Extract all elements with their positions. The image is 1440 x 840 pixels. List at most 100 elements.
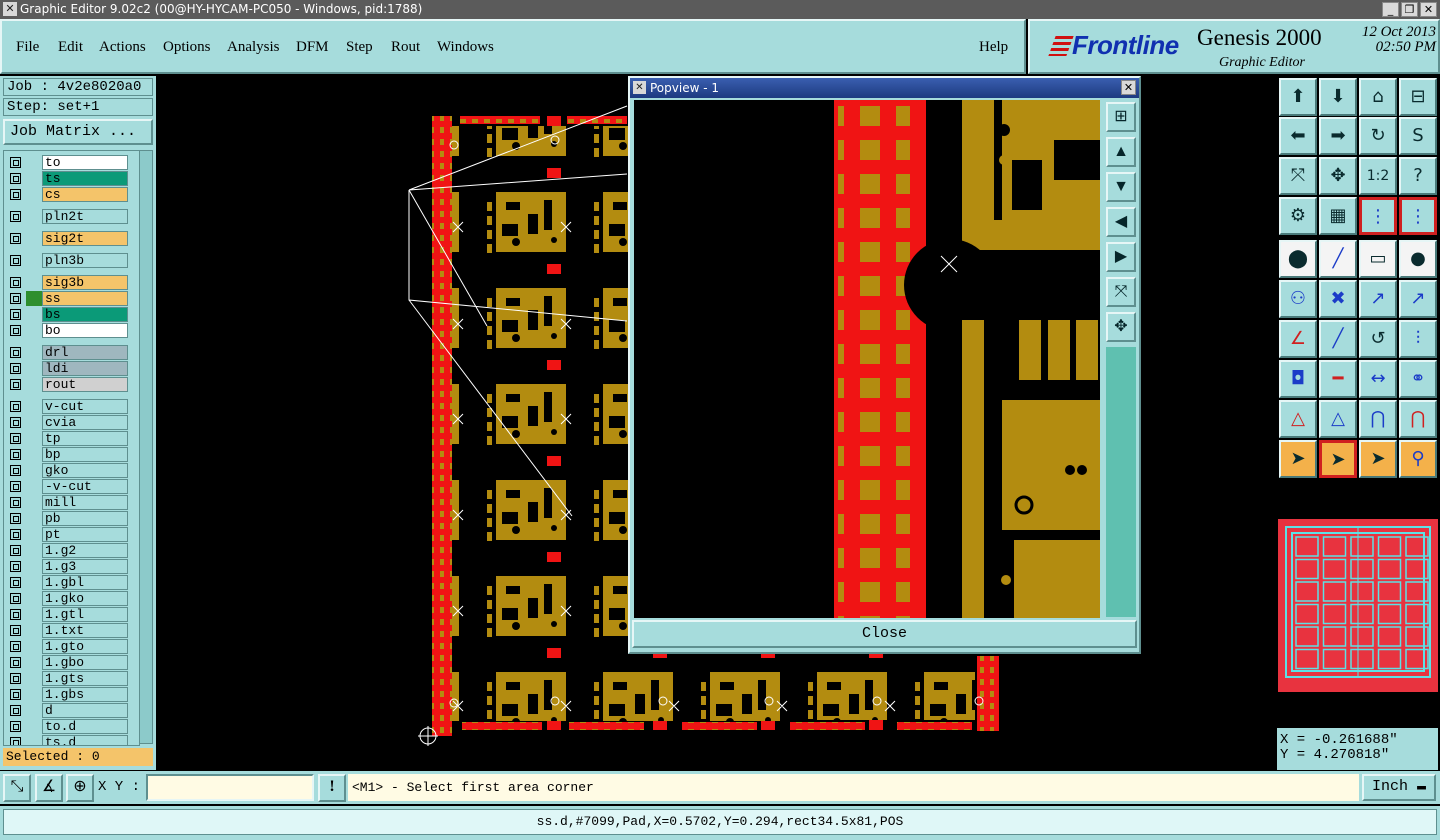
popview-title-bar[interactable]: ✕ Popview - 1 ✕: [630, 78, 1139, 98]
layer-name[interactable]: 1.gko: [42, 591, 128, 606]
layer-checkbox[interactable]: [10, 641, 21, 652]
layer-checkbox[interactable]: [10, 657, 21, 668]
select-feature-icon[interactable]: ➤: [1359, 440, 1397, 478]
layer-row[interactable]: bs: [6, 307, 128, 322]
layer-name[interactable]: ss: [42, 291, 128, 306]
layer-checkbox[interactable]: [10, 465, 21, 476]
dimension-icon[interactable]: ↔: [1359, 360, 1397, 398]
layer-row[interactable]: drl: [6, 345, 128, 360]
select-box-icon[interactable]: ➤: [1319, 440, 1357, 478]
arch-red-icon[interactable]: ⋂: [1399, 400, 1437, 438]
layer-name[interactable]: 1.gts: [42, 671, 128, 686]
layer-name[interactable]: ts: [42, 171, 128, 186]
layer-row[interactable]: sig3b: [6, 275, 128, 290]
delete-node-icon[interactable]: ✖: [1319, 280, 1357, 318]
layer-checkbox[interactable]: [10, 481, 21, 492]
angle-icon[interactable]: ∠: [1279, 320, 1317, 358]
layer-row[interactable]: 1.gtl: [6, 607, 128, 622]
layer-row[interactable]: -v-cut: [6, 479, 128, 494]
popview-close-button[interactable]: Close: [632, 620, 1137, 648]
zoom-fit-icon[interactable]: ⤧: [1279, 157, 1317, 195]
snap-on-icon[interactable]: ⋮: [1359, 197, 1397, 235]
layer-name[interactable]: 1.gto: [42, 639, 128, 654]
line-red-icon[interactable]: ━: [1319, 360, 1357, 398]
layer-row[interactable]: 1.txt: [6, 623, 128, 638]
xy-input[interactable]: [146, 774, 314, 801]
layer-checkbox[interactable]: [10, 325, 21, 336]
layer-row[interactable]: pln2t: [6, 209, 128, 224]
layer-row[interactable]: cs: [6, 187, 128, 202]
layer-name[interactable]: cs: [42, 187, 128, 202]
layer-checkbox[interactable]: [10, 513, 21, 524]
layer-checkbox[interactable]: [10, 401, 21, 412]
layer-checkbox[interactable]: [10, 189, 21, 200]
add-pad-icon[interactable]: ⬤: [1279, 240, 1317, 278]
layer-checkbox[interactable]: [10, 593, 21, 604]
zoom-center-icon[interactable]: ✥: [1319, 157, 1357, 195]
layer-name[interactable]: to.d: [42, 719, 128, 734]
layer-row[interactable]: 1.gbo: [6, 655, 128, 670]
layer-checkbox[interactable]: [10, 609, 21, 620]
layer-name[interactable]: 1.gbo: [42, 655, 128, 670]
layer-checkbox[interactable]: [10, 173, 21, 184]
triangle-icon[interactable]: △: [1279, 400, 1317, 438]
layer-row[interactable]: 1.gko: [6, 591, 128, 606]
menu-edit[interactable]: Edit: [58, 39, 83, 56]
layer-checkbox[interactable]: [10, 233, 21, 244]
layer-name[interactable]: d: [42, 703, 128, 718]
job-matrix-button[interactable]: Job Matrix ...: [3, 119, 153, 145]
layer-checkbox[interactable]: [10, 277, 21, 288]
measure-icon[interactable]: ⚙: [1279, 197, 1317, 235]
layer-row[interactable]: gko: [6, 463, 128, 478]
layer-row[interactable]: v-cut: [6, 399, 128, 414]
popview-pan-down-button[interactable]: ▼: [1106, 172, 1136, 202]
menu-analysis[interactable]: Analysis: [227, 39, 280, 56]
layer-name[interactable]: bp: [42, 447, 128, 462]
layer-name[interactable]: v-cut: [42, 399, 128, 414]
layer-row[interactable]: ts.d: [6, 735, 128, 745]
snap-off-icon[interactable]: ⋮: [1399, 197, 1437, 235]
menu-dfm[interactable]: DFM: [296, 39, 329, 56]
layer-checkbox[interactable]: [10, 705, 21, 716]
layer-name[interactable]: 1.g2: [42, 543, 128, 558]
layer-row[interactable]: ts: [6, 171, 128, 186]
snake-icon[interactable]: S: [1399, 117, 1437, 155]
layer-checkbox[interactable]: [10, 689, 21, 700]
layer-row[interactable]: to: [6, 155, 128, 170]
popview-pan-right-button[interactable]: ▶: [1106, 242, 1136, 272]
layer-row[interactable]: tp: [6, 431, 128, 446]
layer-checkbox[interactable]: [10, 449, 21, 460]
layer-checkbox[interactable]: [10, 529, 21, 540]
pad-select-icon[interactable]: ◘: [1279, 360, 1317, 398]
ruler-icon[interactable]: ▭: [1359, 240, 1397, 278]
slash-line-icon[interactable]: ╱: [1319, 320, 1357, 358]
layer-row[interactable]: rout: [6, 377, 128, 392]
help-icon[interactable]: ?: [1399, 157, 1437, 195]
align-icon[interactable]: ⫶: [1399, 320, 1437, 358]
grid-icon[interactable]: ▦: [1319, 197, 1357, 235]
layer-row[interactable]: mill: [6, 495, 128, 510]
layer-checkbox[interactable]: [10, 497, 21, 508]
layer-name[interactable]: drl: [42, 345, 128, 360]
overview-minimap[interactable]: [1278, 519, 1438, 692]
layer-row[interactable]: 1.g3: [6, 559, 128, 574]
home-icon[interactable]: ⌂: [1359, 78, 1397, 116]
triangle-blue-icon[interactable]: △: [1319, 400, 1357, 438]
layer-name[interactable]: sig3b: [42, 275, 128, 290]
layer-name[interactable]: 1.txt: [42, 623, 128, 638]
layer-checkbox[interactable]: [10, 255, 21, 266]
menu-options[interactable]: Options: [163, 39, 211, 56]
pan-left-icon[interactable]: ⬅: [1279, 117, 1317, 155]
layer-name[interactable]: tp: [42, 431, 128, 446]
layer-name[interactable]: 1.g3: [42, 559, 128, 574]
layer-row[interactable]: ldi: [6, 361, 128, 376]
layer-checkbox[interactable]: [10, 561, 21, 572]
menu-help[interactable]: Help: [979, 39, 1008, 56]
layer-checkbox[interactable]: [10, 577, 21, 588]
popview-fit-button[interactable]: ⤧: [1106, 277, 1136, 307]
layer-name[interactable]: pb: [42, 511, 128, 526]
layer-name[interactable]: 1.gtl: [42, 607, 128, 622]
layer-checkbox[interactable]: [10, 673, 21, 684]
circles-icon[interactable]: ⚭: [1399, 360, 1437, 398]
layer-name[interactable]: gko: [42, 463, 128, 478]
